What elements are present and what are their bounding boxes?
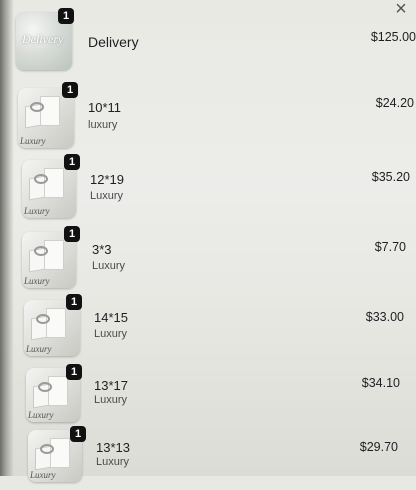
thumbnail-brand-text: Luxury bbox=[30, 470, 56, 480]
cart-item[interactable]: Luxury 1 12*19 Luxury $35.20 bbox=[0, 150, 416, 218]
item-price: $24.20 bbox=[375, 96, 414, 110]
item-name: 13*13 bbox=[96, 440, 130, 455]
item-price: $35.20 bbox=[371, 170, 410, 184]
cart-item[interactable]: Luxury 1 10*11 luxury $24.20 bbox=[0, 78, 416, 148]
item-price: $29.70 bbox=[359, 440, 398, 454]
item-variant: Luxury bbox=[94, 394, 128, 406]
item-name: 12*19 bbox=[90, 172, 124, 187]
quantity-badge: 1 bbox=[64, 154, 80, 170]
item-price: $7.70 bbox=[374, 240, 406, 254]
item-name: 13*17 bbox=[94, 378, 128, 393]
item-price: $33.00 bbox=[365, 310, 404, 324]
item-name: 14*15 bbox=[94, 310, 128, 325]
item-variant: Luxury bbox=[96, 456, 130, 468]
item-variant: luxury bbox=[88, 119, 118, 131]
quantity-badge: 1 bbox=[58, 8, 74, 24]
item-variant: Luxury bbox=[94, 328, 128, 340]
item-price: $125.00 bbox=[370, 30, 416, 44]
item-variant: Luxury bbox=[92, 260, 126, 272]
cart-item[interactable]: Luxury 1 13*13 Luxury $29.70 bbox=[0, 424, 416, 490]
cart-item[interactable]: Luxury 1 3*3 Luxury $7.70 bbox=[0, 222, 416, 288]
item-variant: Luxury bbox=[90, 190, 124, 202]
quantity-badge: 1 bbox=[66, 294, 82, 310]
item-name: 3*3 bbox=[92, 242, 112, 257]
thumbnail-brand-text: Luxury bbox=[26, 344, 52, 354]
quantity-badge: 1 bbox=[70, 426, 86, 442]
thumbnail-brand-text: Luxury bbox=[28, 410, 54, 420]
cart-item[interactable]: Luxury 1 14*15 Luxury $33.00 bbox=[0, 292, 416, 358]
item-name: Delivery bbox=[88, 34, 139, 50]
quantity-badge: 1 bbox=[66, 364, 82, 380]
item-price: $34.10 bbox=[361, 376, 400, 390]
quantity-badge: 1 bbox=[64, 226, 80, 242]
item-name: 10*11 bbox=[88, 100, 122, 115]
thumbnail-brand-text: Luxury bbox=[24, 276, 50, 286]
cart-item[interactable]: Luxury 1 13*17 Luxury $34.10 bbox=[0, 360, 416, 426]
thumbnail-brand-text: Luxury bbox=[24, 206, 50, 216]
cart-item-delivery[interactable]: Delivery 1 Delivery $125.00 bbox=[0, 8, 416, 74]
thumbnail-brand-text: Luxury bbox=[20, 136, 46, 146]
quantity-badge: 1 bbox=[62, 82, 78, 98]
thumbnail-brand-text: Delivery bbox=[22, 32, 64, 46]
